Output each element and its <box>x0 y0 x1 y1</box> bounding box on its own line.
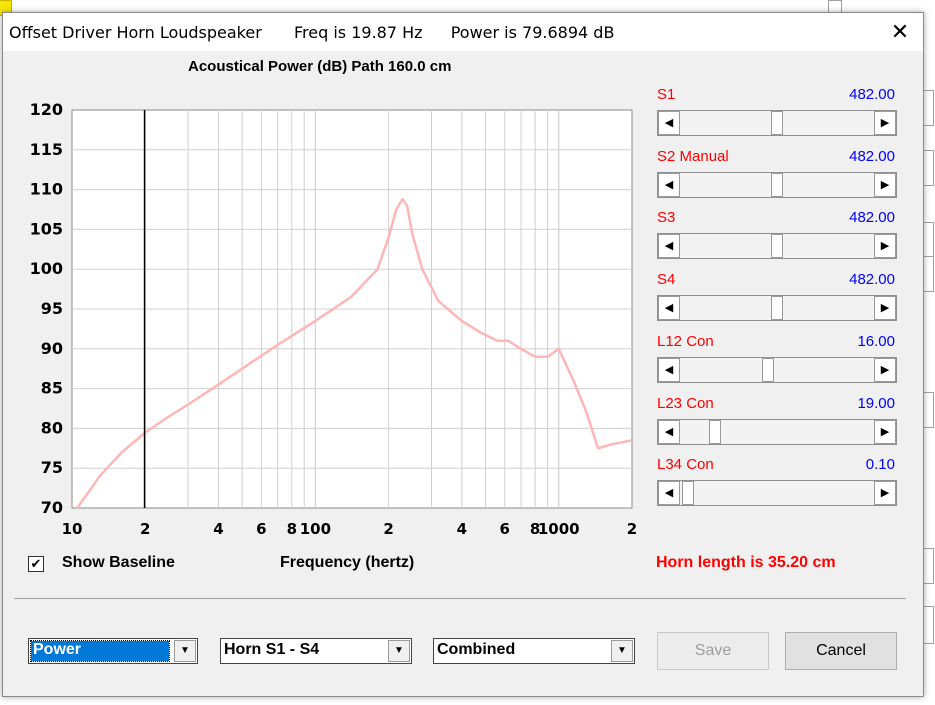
x-tick-label: 6 <box>500 520 510 538</box>
y-tick-label: 95 <box>41 299 63 318</box>
slider-scrollbar[interactable]: ◀ ▶ <box>657 110 897 136</box>
slider-thumb[interactable] <box>771 296 783 321</box>
slider-scrollbar[interactable]: ◀ ▶ <box>657 233 897 260</box>
y-tick-label: 110 <box>30 180 63 199</box>
x-tick-label: 100 <box>300 520 331 538</box>
slider-thumb[interactable] <box>771 172 783 197</box>
x-tick-label: 4 <box>457 520 467 538</box>
x-tick-label: 8 <box>287 520 297 538</box>
scroll-right-icon[interactable]: ▶ <box>874 481 896 506</box>
slider-value: 19.00 <box>857 394 895 412</box>
x-tick-label: 4 <box>213 520 223 538</box>
mode-select[interactable]: Power ▼ <box>28 638 198 664</box>
show-baseline-checkbox[interactable]: ✔ <box>28 556 44 572</box>
slider-label: L23 Con <box>657 394 714 412</box>
slider-scrollbar[interactable]: ◀ ▶ <box>657 295 897 322</box>
combine-select[interactable]: Combined ▼ <box>433 638 635 664</box>
slider-value: 16.00 <box>857 332 895 350</box>
cancel-button[interactable]: Cancel <box>785 632 897 670</box>
slider-label: L34 Con <box>657 456 714 474</box>
slider-thumb[interactable] <box>762 357 774 382</box>
chevron-down-icon[interactable]: ▼ <box>388 640 410 662</box>
save-button[interactable]: Save <box>657 632 769 670</box>
mode-select-value: Power <box>30 640 170 662</box>
chevron-down-icon[interactable]: ▼ <box>174 640 196 662</box>
scroll-left-icon[interactable]: ◀ <box>658 481 680 506</box>
scroll-right-icon[interactable]: ▶ <box>874 357 896 382</box>
frequency-response-chart: 70758085909510010511011512010 2 4 6 8 100 2 4 6 8… <box>30 100 638 538</box>
slider-scrollbar[interactable]: ◀ ▶ <box>657 418 897 445</box>
chevron-down-icon[interactable]: ▼ <box>611 640 633 662</box>
horn-select[interactable]: Horn S1 - S4 ▼ <box>220 638 412 664</box>
scroll-left-icon[interactable]: ◀ <box>658 172 680 197</box>
slider-label: S4 <box>657 271 676 289</box>
slider-label: L12 Con <box>657 332 714 350</box>
slider-scrollbar[interactable]: ◀ ▶ <box>657 171 897 198</box>
x-tick-label: 2 <box>627 520 637 538</box>
y-tick-label: 120 <box>30 100 63 119</box>
y-tick-label: 105 <box>30 219 63 238</box>
checkmark-icon: ✔ <box>30 556 42 571</box>
slider-thumb[interactable] <box>709 419 721 444</box>
x-tick-label: 10 <box>62 520 83 538</box>
slider-label: S2 Manual <box>657 147 729 165</box>
y-tick-label: 115 <box>30 140 63 159</box>
x-axis-label: Frequency (hertz) <box>280 554 415 571</box>
scroll-right-icon[interactable]: ▶ <box>874 111 896 135</box>
slider-value: 482.00 <box>849 209 895 227</box>
slider-scrollbar[interactable]: ◀ ▶ <box>657 480 897 507</box>
horn-length-text: Horn length is 35.20 cm <box>656 554 836 571</box>
horn-select-value: Horn S1 - S4 <box>224 641 320 658</box>
scroll-left-icon[interactable]: ◀ <box>658 234 680 259</box>
combine-select-value: Combined <box>437 641 516 658</box>
slider-thumb[interactable] <box>771 234 783 259</box>
slider-thumb[interactable] <box>771 111 783 135</box>
slider-label: S3 <box>657 209 676 227</box>
y-tick-label: 85 <box>41 379 63 398</box>
scroll-left-icon[interactable]: ◀ <box>658 111 680 135</box>
scroll-right-icon[interactable]: ▶ <box>874 419 896 444</box>
scroll-left-icon[interactable]: ◀ <box>658 419 680 444</box>
y-tick-label: 70 <box>41 498 63 517</box>
scroll-right-icon[interactable]: ▶ <box>874 172 896 197</box>
x-tick-label: 2 <box>383 520 393 538</box>
y-tick-label: 80 <box>41 418 63 437</box>
y-tick-label: 90 <box>41 339 63 358</box>
y-tick-label: 75 <box>41 458 63 477</box>
slider-scrollbar[interactable]: ◀ ▶ <box>657 356 897 383</box>
scroll-right-icon[interactable]: ▶ <box>874 234 896 259</box>
x-tick-label: 6 <box>256 520 266 538</box>
slider-value: 482.00 <box>849 271 895 289</box>
slider-value: 0.10 <box>865 456 895 474</box>
y-tick-label: 100 <box>30 259 63 278</box>
scroll-left-icon[interactable]: ◀ <box>658 357 680 382</box>
x-tick-label: 2 <box>140 520 150 538</box>
slider-thumb[interactable] <box>682 481 694 506</box>
show-baseline-label[interactable]: Show Baseline <box>62 554 175 572</box>
slider-value: 482.00 <box>849 147 895 165</box>
scroll-left-icon[interactable]: ◀ <box>658 296 680 321</box>
slider-label: S1 <box>657 86 676 103</box>
x-tick-label: 1000 <box>538 520 580 538</box>
slider-value: 482.00 <box>849 86 895 103</box>
scroll-right-icon[interactable]: ▶ <box>874 296 896 321</box>
separator <box>14 598 906 599</box>
